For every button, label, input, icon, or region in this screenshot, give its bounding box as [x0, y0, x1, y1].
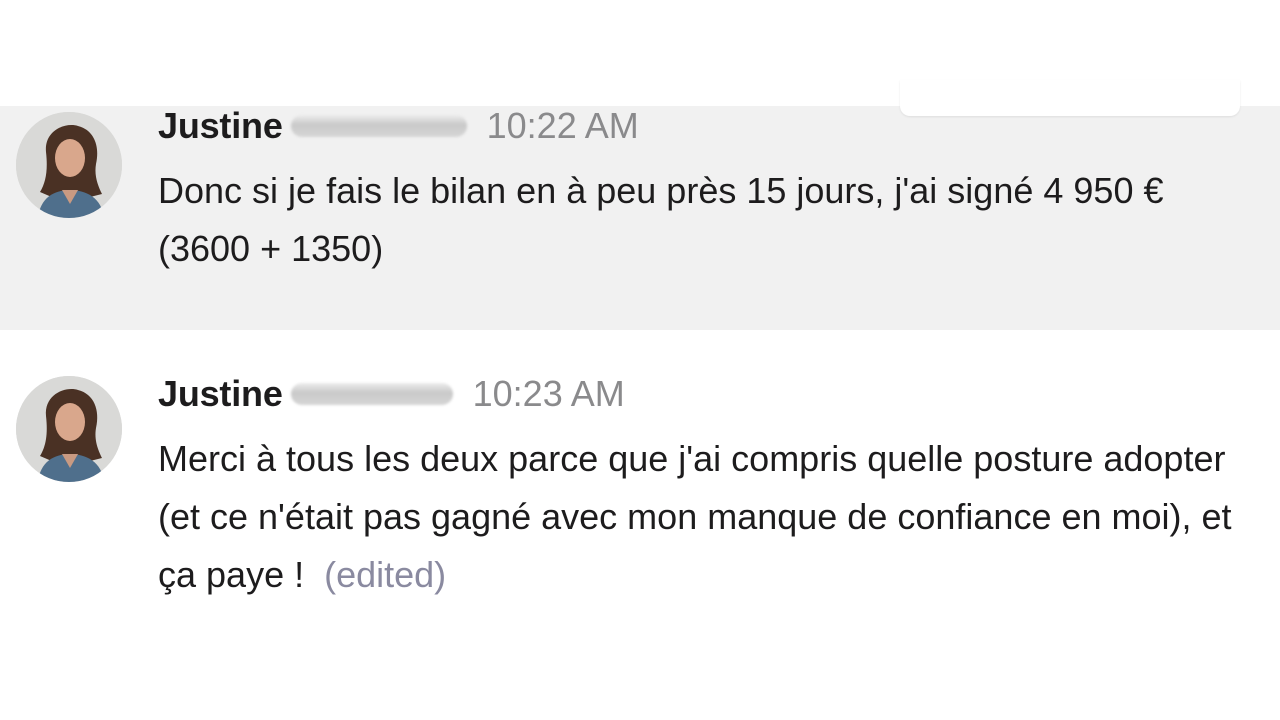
- edited-indicator: (edited): [324, 554, 447, 595]
- redacted-surname: [290, 383, 453, 405]
- message-header: Justine 10:23 AM: [158, 372, 625, 416]
- avatar[interactable]: [16, 112, 122, 218]
- sender-name[interactable]: Justine: [158, 373, 283, 415]
- message-text: Donc si je fais le bilan en à peu près 1…: [158, 162, 1238, 278]
- redacted-surname: [290, 115, 467, 137]
- message-body: Donc si je fais le bilan en à peu près 1…: [158, 170, 1164, 269]
- message-body: Merci à tous les deux parce que j'ai com…: [158, 438, 1232, 595]
- message-header: Justine 10:22 AM: [158, 104, 639, 148]
- sender-name[interactable]: Justine: [158, 105, 283, 147]
- avatar-photo: [16, 376, 122, 482]
- chat-view: Justine 10:22 AM Donc si je fais le bila…: [0, 0, 1280, 720]
- avatar-photo: [16, 112, 122, 218]
- message-item[interactable]: Justine 10:23 AM Merci à tous les deux p…: [0, 330, 1280, 720]
- message-timestamp[interactable]: 10:22 AM: [487, 105, 639, 147]
- message-timestamp[interactable]: 10:23 AM: [473, 373, 625, 415]
- message-actions-toolbar[interactable]: [900, 80, 1240, 116]
- message-item[interactable]: Justine 10:22 AM Donc si je fais le bila…: [0, 104, 1280, 330]
- avatar[interactable]: [16, 376, 122, 482]
- message-text: Merci à tous les deux parce que j'ai com…: [158, 430, 1238, 604]
